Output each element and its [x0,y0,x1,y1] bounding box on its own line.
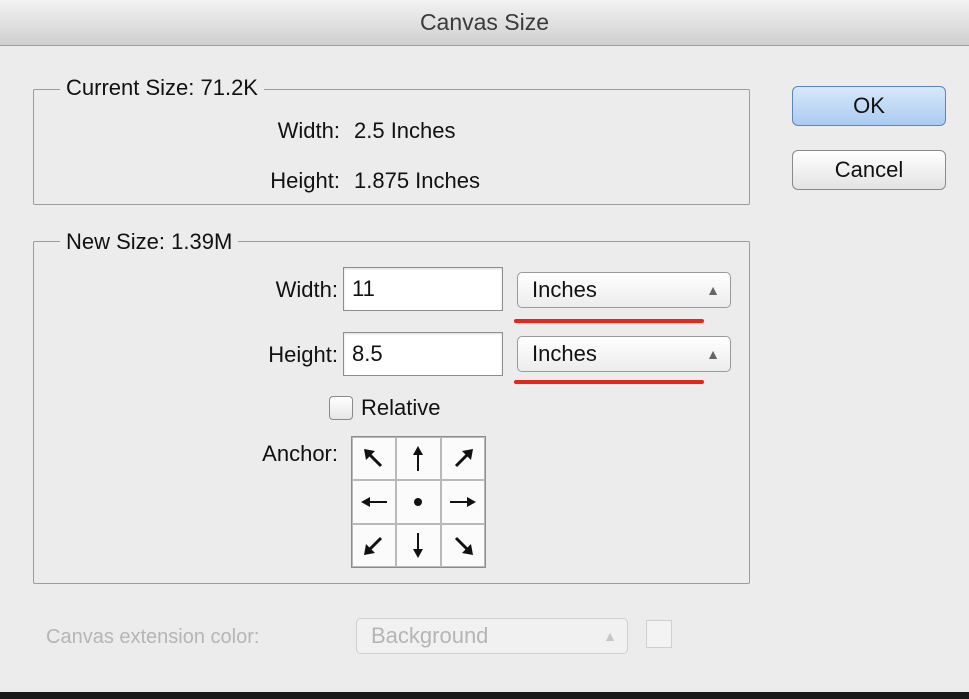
new-height-label: Height: [268,342,338,367]
extension-color-swatch[interactable] [646,620,672,648]
anchor-bottom-left[interactable] [352,523,397,567]
new-width-label: Width: [275,277,338,302]
anchor-right[interactable] [440,480,485,524]
cancel-button[interactable]: Cancel [792,150,946,190]
current-height-value: 1.875 Inches [354,168,480,193]
arrow-down-left-icon [364,537,383,556]
canvas-size-dialog: Canvas Size Current Size: 71.2K Width: 2… [0,0,969,699]
anchor-label: Anchor: [262,441,338,466]
width-unit-select[interactable]: Inches ▲ [517,272,731,308]
window-bottom-edge [0,692,969,699]
arrow-down-icon [413,533,424,559]
anchor-grid [351,436,486,568]
extension-color-value: Background [371,623,489,648]
height-unit-select[interactable]: Inches ▲ [517,336,731,372]
relative-checkbox[interactable] [329,396,353,420]
chevron-updown-icon: ▲ [706,282,720,298]
extension-color-label: Canvas extension color: [46,626,260,648]
anchor-dot-icon [414,497,423,506]
extension-color-select[interactable]: Background ▲ [356,618,628,654]
width-input[interactable]: 11 [343,267,503,311]
anchor-top-right[interactable] [440,437,485,481]
chevron-updown-icon: ▲ [603,628,617,644]
arrow-down-right-icon [454,537,473,556]
new-size-legend: New Size: 1.39M [60,229,239,255]
height-unit-value: Inches [532,341,597,366]
anchor-top-left[interactable] [352,437,397,481]
ok-button[interactable]: OK [792,86,946,126]
current-size-legend: Current Size: 71.2K [60,75,264,101]
dialog-title: Canvas Size [419,9,550,35]
arrow-left-icon [361,496,388,507]
arrow-right-icon [449,496,476,507]
relative-label[interactable]: Relative [361,395,440,421]
title-bar: Canvas Size [0,0,969,46]
annotation-underline-width [514,319,704,323]
annotation-underline-height [514,380,704,384]
anchor-bottom[interactable] [396,523,441,567]
chevron-updown-icon: ▲ [706,346,720,362]
anchor-top[interactable] [396,437,441,481]
width-unit-value: Inches [532,277,597,302]
current-width-value: 2.5 Inches [354,118,456,143]
arrow-up-right-icon [454,448,473,467]
arrow-up-icon [413,445,424,471]
anchor-left[interactable] [352,480,397,524]
anchor-bottom-right[interactable] [440,523,485,567]
height-input[interactable]: 8.5 [343,332,503,376]
current-height-label: Height: [270,168,340,193]
current-width-label: Width: [277,118,340,143]
arrow-up-left-icon [364,448,383,467]
anchor-center[interactable] [396,480,441,524]
